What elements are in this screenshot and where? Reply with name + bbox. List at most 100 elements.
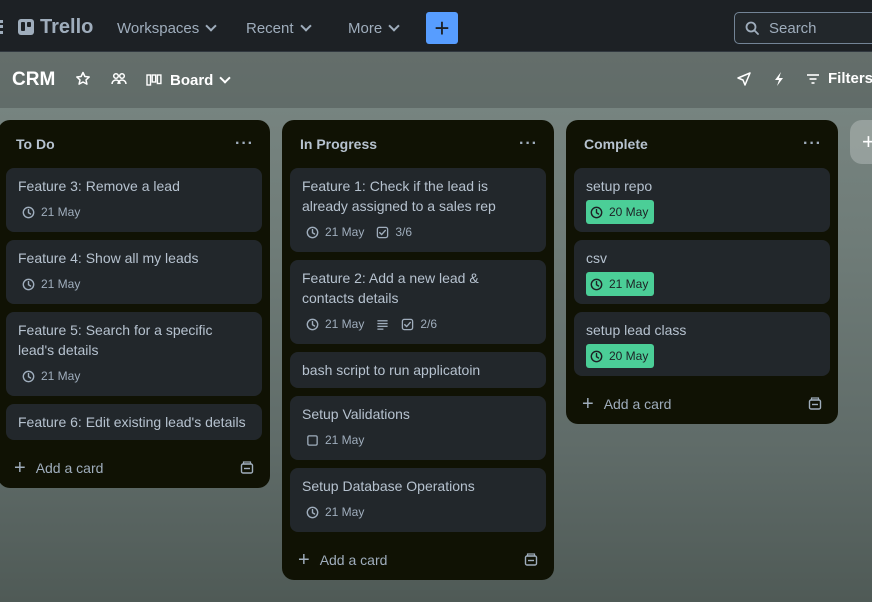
search-input[interactable] bbox=[769, 19, 869, 37]
add-card-label: Add a card bbox=[603, 396, 672, 412]
plus-icon: + bbox=[434, 13, 450, 43]
list-complete: Complete ··· setup repo 20 May csv 21 Ma… bbox=[566, 120, 838, 424]
workspaces-label: Workspaces bbox=[117, 19, 200, 37]
search-box[interactable] bbox=[734, 12, 872, 44]
filters-label: Filters bbox=[828, 70, 872, 87]
due-date-complete-badge: 20 May bbox=[586, 344, 655, 368]
list-title[interactable]: In Progress bbox=[300, 136, 377, 152]
due-date-badge: 21 May bbox=[302, 312, 364, 336]
card-title: Feature 2: Add a new lead & contacts det… bbox=[302, 270, 479, 306]
add-card-button[interactable]: + Add a card bbox=[14, 458, 103, 478]
card-template-icon[interactable] bbox=[240, 461, 254, 475]
clock-icon bbox=[590, 278, 603, 290]
card-title: setup repo bbox=[586, 178, 653, 194]
list-title[interactable]: Complete bbox=[584, 136, 648, 152]
filters-button[interactable]: Filters bbox=[806, 70, 872, 87]
due-date-text: 21 May bbox=[325, 225, 365, 239]
view-label: Board bbox=[170, 71, 214, 89]
clock-icon bbox=[306, 226, 319, 238]
add-card-row: + Add a card bbox=[6, 448, 262, 488]
card[interactable]: Feature 6: Edit existing lead's details bbox=[6, 404, 262, 440]
card-title: Feature 6: Edit existing lead's details bbox=[18, 414, 246, 430]
due-date-complete-badge: 21 May bbox=[586, 272, 655, 296]
board-title[interactable]: CRM bbox=[12, 69, 55, 91]
view-switcher[interactable]: Board bbox=[146, 68, 232, 92]
chevron-down-icon bbox=[388, 20, 400, 32]
card[interactable]: Setup Database Operations 21 May bbox=[290, 468, 546, 532]
plus-icon: + bbox=[298, 549, 310, 571]
card-template-icon[interactable] bbox=[524, 553, 538, 567]
trello-logo[interactable]: Trello bbox=[18, 14, 93, 40]
card-title: Feature 3: Remove a lead bbox=[18, 178, 180, 194]
description-badge bbox=[376, 312, 389, 336]
due-date-badge: 21 May bbox=[302, 500, 364, 524]
card[interactable]: csv 21 May bbox=[574, 240, 830, 304]
card-title: Setup Database Operations bbox=[302, 478, 475, 494]
list-title[interactable]: To Do bbox=[16, 136, 55, 152]
checklist-badge: 2/6 bbox=[401, 312, 437, 336]
due-date-text: 21 May bbox=[325, 505, 365, 519]
clock-icon bbox=[22, 206, 35, 218]
due-date-text: 21 May bbox=[325, 433, 365, 447]
card[interactable]: Feature 2: Add a new lead & contacts det… bbox=[290, 260, 546, 344]
clock-icon bbox=[590, 206, 603, 218]
card-title: Feature 1: Check if the lead is already … bbox=[302, 178, 496, 214]
recent-label: Recent bbox=[246, 19, 294, 37]
chevron-down-icon bbox=[205, 20, 217, 32]
list-in-progress: In Progress ··· Feature 1: Check if the … bbox=[282, 120, 554, 580]
add-card-button[interactable]: + Add a card bbox=[298, 550, 387, 570]
chevron-down-icon bbox=[299, 20, 312, 32]
workspace-visibility-icon[interactable] bbox=[111, 71, 127, 87]
card-title: bash script to run applicatoin bbox=[302, 362, 481, 378]
add-card-button[interactable]: + Add a card bbox=[582, 394, 671, 414]
card-title: Feature 5: Search for a specific lead's … bbox=[18, 322, 213, 358]
plus-icon: + bbox=[862, 129, 872, 154]
due-date-text: 20 May bbox=[609, 205, 649, 219]
add-card-row: + Add a card bbox=[290, 540, 546, 580]
list-menu-icon[interactable]: ··· bbox=[235, 135, 254, 153]
due-date-text: 21 May bbox=[41, 277, 81, 291]
list-menu-icon[interactable]: ··· bbox=[803, 135, 822, 153]
card[interactable]: setup repo 20 May bbox=[574, 168, 830, 232]
create-button[interactable]: + bbox=[426, 12, 458, 44]
checklist-count: 2/6 bbox=[420, 317, 438, 331]
card-title: Feature 4: Show all my leads bbox=[18, 250, 199, 266]
star-icon[interactable] bbox=[75, 71, 91, 87]
due-date-text: 21 May bbox=[609, 277, 649, 291]
due-date-text: 20 May bbox=[609, 349, 649, 363]
add-card-row: + Add a card bbox=[574, 384, 830, 424]
app-switcher-icon[interactable] bbox=[0, 20, 4, 34]
card[interactable]: Feature 5: Search for a specific lead's … bbox=[6, 312, 262, 396]
add-card-label: Add a card bbox=[35, 460, 104, 476]
card[interactable]: Feature 3: Remove a lead 21 May bbox=[6, 168, 262, 232]
clock-icon bbox=[306, 506, 319, 518]
more-menu[interactable]: More bbox=[348, 14, 400, 42]
due-date-badge: 21 May bbox=[18, 364, 80, 388]
due-date-badge: 21 May bbox=[18, 272, 80, 296]
power-ups-icon[interactable] bbox=[736, 71, 752, 87]
list-menu-icon[interactable]: ··· bbox=[519, 135, 538, 153]
checkbox-icon[interactable] bbox=[306, 434, 319, 447]
workspaces-menu[interactable]: Workspaces bbox=[117, 14, 217, 42]
card-title: csv bbox=[586, 250, 607, 266]
list-to-do: To Do ··· Feature 3: Remove a lead 21 Ma… bbox=[0, 120, 270, 488]
recent-menu[interactable]: Recent bbox=[246, 14, 312, 42]
card-template-icon[interactable] bbox=[808, 397, 822, 411]
clock-icon bbox=[22, 278, 35, 290]
card[interactable]: Feature 4: Show all my leads 21 May bbox=[6, 240, 262, 304]
plus-icon: + bbox=[582, 393, 594, 415]
clock-icon bbox=[22, 370, 35, 382]
add-list-button[interactable]: + bbox=[850, 120, 872, 164]
checklist-badge: 3/6 bbox=[376, 220, 412, 244]
card[interactable]: Feature 1: Check if the lead is already … bbox=[290, 168, 546, 252]
chevron-down-icon bbox=[219, 72, 232, 84]
board-view-icon bbox=[146, 74, 162, 86]
description-icon bbox=[377, 319, 388, 330]
due-date-badge: 21 May bbox=[302, 220, 364, 244]
automation-icon[interactable] bbox=[772, 71, 786, 87]
card[interactable]: bash script to run applicatoin bbox=[290, 352, 546, 388]
card[interactable]: setup lead class 20 May bbox=[574, 312, 830, 376]
card[interactable]: Setup Validations 21 May bbox=[290, 396, 546, 460]
card-title: Setup Validations bbox=[302, 406, 410, 422]
due-date-badge: 21 May bbox=[302, 428, 364, 452]
